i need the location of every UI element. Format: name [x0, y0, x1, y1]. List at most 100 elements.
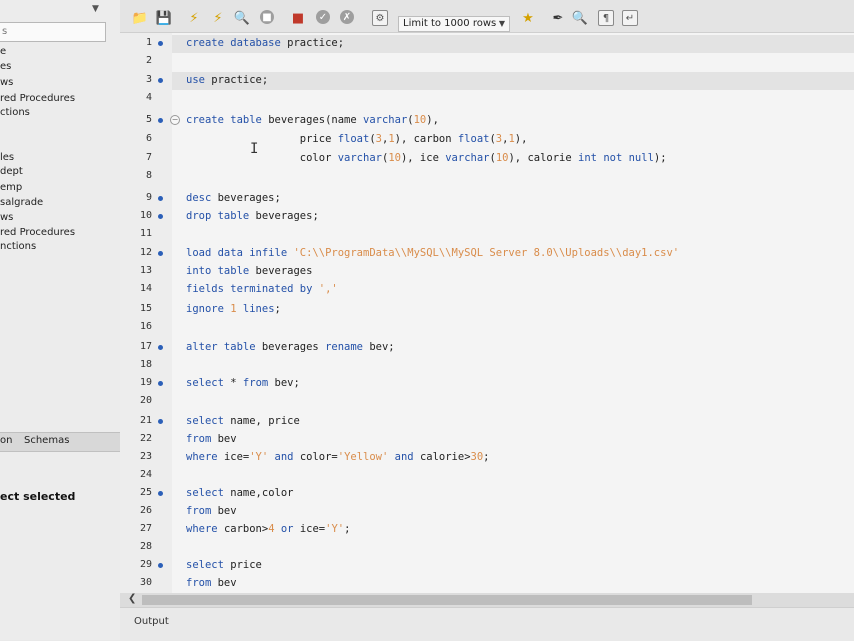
open-folder-icon[interactable]: 📁 — [132, 10, 148, 26]
sql-editor[interactable]: 1 create database practice; 2 3 use practice… — [120, 33, 854, 593]
code-line[interactable]: where carbon>4 or ice='Y'; — [186, 523, 350, 535]
nav-item-table[interactable]: dept — [0, 166, 23, 177]
code-line[interactable]: where ice='Y' and color='Yellow' and cal… — [186, 451, 490, 463]
schema-search-input[interactable]: s — [0, 22, 106, 42]
code-line[interactable]: price float(3,1), carbon float(3,1), — [186, 133, 528, 145]
code-line[interactable]: select name,color — [186, 487, 293, 499]
nav-item-tables[interactable]: les — [0, 152, 14, 163]
code-token: bev — [217, 577, 237, 589]
code-token: color= — [299, 451, 338, 463]
line-number: 30 — [139, 577, 152, 588]
code-token: ), ice — [400, 152, 446, 164]
code-token: bev — [217, 505, 237, 517]
fold-toggle-icon[interactable]: − — [170, 115, 180, 125]
code-token: into table — [186, 265, 256, 277]
code-line[interactable]: ignore 1 lines; — [186, 303, 281, 315]
code-line[interactable]: into table beverages — [186, 265, 312, 277]
code-token: create database — [186, 37, 288, 49]
execute-icon[interactable]: ⚡ — [186, 10, 202, 26]
rollback-icon[interactable]: ✗ — [340, 10, 354, 24]
code-line[interactable]: alter table beverages rename bev; — [186, 341, 395, 353]
find-icon[interactable]: 🔍 — [572, 10, 588, 26]
statement-marker-icon — [158, 563, 163, 568]
code-token: ), — [426, 114, 439, 126]
code-line[interactable]: load data infile 'C:\\ProgramData\\MySQL… — [186, 247, 679, 259]
line-number: 21 — [139, 415, 152, 426]
code-token: carbon> — [223, 523, 269, 535]
code-token: 10 — [388, 152, 401, 164]
code-token: price — [186, 133, 338, 145]
code-line[interactable]: select price — [186, 559, 262, 571]
scrollbar-thumb[interactable] — [142, 595, 752, 605]
code-line[interactable]: from bev — [186, 577, 237, 589]
line-number: 18 — [139, 359, 152, 370]
scroll-left-icon[interactable]: ❮ — [128, 593, 136, 604]
nav-item-views[interactable]: ws — [0, 212, 13, 223]
line-number: 23 — [139, 451, 152, 462]
code-token: or — [274, 523, 300, 535]
code-token: ; — [483, 451, 490, 463]
eraser-icon[interactable]: ✒ — [550, 10, 566, 26]
code-token: 'C:\\ProgramData\\MySQL\\MySQL Server 8.… — [293, 247, 680, 259]
collapse-chevron-icon[interactable]: ▼ — [92, 4, 102, 14]
output-label: Output — [134, 616, 169, 627]
code-line[interactable]: select name, price — [186, 415, 300, 427]
tab-administration[interactable]: on — [0, 435, 12, 446]
code-line[interactable]: from bev — [186, 505, 237, 517]
stop-icon[interactable]: ■ — [260, 10, 274, 24]
nav-item[interactable]: es — [0, 61, 11, 72]
line-number: 6 — [145, 133, 152, 144]
explain-icon[interactable]: 🔍 — [234, 10, 250, 26]
code-token: ), — [514, 133, 528, 145]
nav-item-procedures[interactable]: red Procedures — [0, 227, 75, 238]
limit-rows-select[interactable]: Limit to 1000 rows ▼ — [398, 16, 510, 32]
nav-item-table[interactable]: salgrade — [0, 197, 43, 208]
code-token: 30 — [470, 451, 484, 463]
code-line[interactable]: create table beverages(name varchar(10), — [186, 114, 439, 126]
execute-current-icon[interactable]: ⚡ — [210, 10, 226, 26]
code-token: beverages; — [255, 210, 319, 222]
line-number: 29 — [139, 559, 152, 570]
line-number: 16 — [139, 321, 152, 332]
code-token: where — [186, 523, 224, 535]
code-token: beverages(name — [268, 114, 364, 126]
code-token: from — [186, 577, 218, 589]
invisible-chars-icon[interactable]: ¶ — [598, 10, 614, 26]
code-line[interactable]: fields terminated by ',' — [186, 283, 338, 295]
commit-icon[interactable]: ✓ — [316, 10, 330, 24]
statement-marker-icon — [158, 251, 163, 256]
nav-item[interactable]: ctions — [0, 107, 30, 118]
code-line[interactable]: desc beverages; — [186, 192, 281, 204]
wrap-icon[interactable]: ↵ — [622, 10, 638, 26]
code-line[interactable]: select * from bev; — [186, 377, 300, 389]
code-line[interactable]: from bev — [186, 433, 237, 445]
autocommit-icon[interactable]: ⚙ — [372, 10, 388, 26]
nav-item[interactable]: red Procedures — [0, 93, 75, 104]
nav-item[interactable]: ws — [0, 77, 13, 88]
code-token: varchar — [337, 152, 382, 164]
line-number: 2 — [145, 55, 152, 66]
nav-item-functions[interactable]: nctions — [0, 241, 36, 252]
horizontal-scrollbar[interactable]: ❮ — [120, 593, 854, 607]
code-token: name, price — [230, 415, 300, 427]
code-token: desc — [186, 192, 218, 204]
code-token: 'Y' — [325, 523, 345, 535]
code-token: ), calorie — [508, 152, 579, 164]
code-line[interactable]: drop table beverages; — [186, 210, 319, 222]
nav-item-table[interactable]: emp — [0, 182, 22, 193]
code-token: 'Y' — [249, 451, 269, 463]
editor-toolbar: 📁 💾 ⚡ ⚡ 🔍 ■ ■ ✓ ✗ ⚙ Limit to 1000 rows ▼… — [120, 0, 854, 33]
beautify-icon[interactable]: ★ — [520, 10, 536, 26]
nav-item[interactable]: e — [0, 46, 6, 57]
line-number: 22 — [139, 433, 152, 444]
save-icon[interactable]: 💾 — [156, 10, 172, 26]
code-line[interactable]: use practice; — [186, 74, 268, 86]
tab-schemas[interactable]: Schemas — [24, 435, 69, 446]
code-token: bev; — [369, 341, 395, 353]
current-statement-highlight — [172, 72, 854, 90]
object-info-text: ect selected — [0, 490, 76, 503]
code-token: ; — [344, 523, 351, 535]
code-line[interactable]: create database practice; — [186, 37, 344, 49]
navigator-panel: ▼ s e es ws red Procedures ctions les de… — [0, 0, 121, 640]
toggle-error-icon[interactable]: ■ — [290, 10, 306, 26]
